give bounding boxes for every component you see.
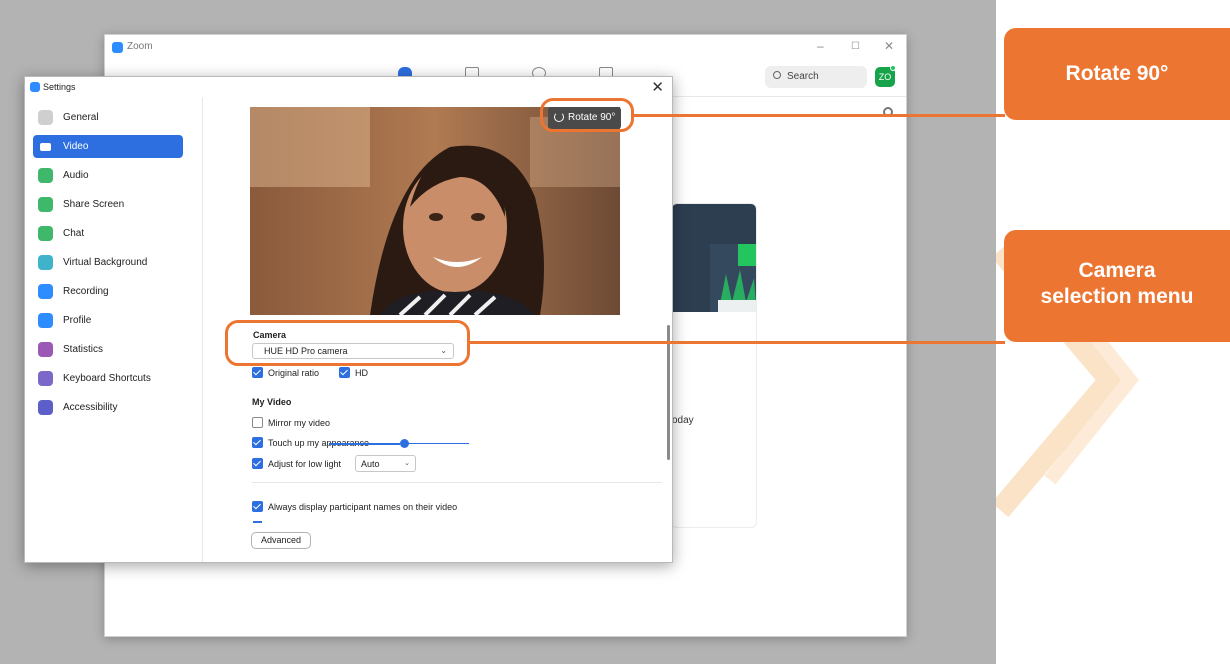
sidebar-item-share-screen[interactable]: Share Screen <box>33 193 183 216</box>
mirror-video-checkbox[interactable] <box>252 417 263 428</box>
sidebar-item-recording[interactable]: Recording <box>33 280 183 303</box>
record-icon <box>38 284 53 299</box>
display-names-checkbox[interactable] <box>252 501 263 512</box>
keyboard-icon <box>38 371 53 386</box>
person-background-icon <box>38 255 53 270</box>
scrollbar[interactable] <box>667 325 670 460</box>
chat-bubble-icon <box>38 226 53 241</box>
accessibility-icon <box>38 400 53 415</box>
camera-callout-line1: Camera <box>1078 259 1156 282</box>
sidebar-item-video[interactable]: Video <box>33 135 183 158</box>
hd-checkbox[interactable] <box>339 367 350 378</box>
search-placeholder: Search <box>787 71 819 82</box>
gear-icon <box>38 110 53 125</box>
sidebar-item-label: General <box>63 112 99 123</box>
sidebar-item-label: Accessibility <box>63 402 118 413</box>
rotate-callout-label: Rotate 90° <box>1004 28 1230 120</box>
sidebar-item-virtual-background[interactable]: Virtual Background <box>33 251 183 274</box>
touch-up-slider-track[interactable] <box>329 443 400 445</box>
camera-callout-line <box>469 341 1005 344</box>
bar-chart-icon <box>38 342 53 357</box>
sidebar-item-statistics[interactable]: Statistics <box>33 338 183 361</box>
advanced-button[interactable]: Advanced <box>251 532 311 549</box>
video-camera-icon <box>40 143 51 151</box>
my-video-heading: My Video <box>252 397 292 407</box>
original-ratio-label: Original ratio <box>268 368 320 378</box>
section-divider <box>252 482 662 483</box>
touch-up-slider-rest <box>407 443 469 444</box>
sidebar-item-label: Recording <box>63 286 109 297</box>
headphones-icon <box>38 168 53 183</box>
mirror-video-label: Mirror my video <box>268 418 331 428</box>
share-screen-icon <box>38 197 53 212</box>
focus-indicator <box>253 521 262 523</box>
camera-callout-line2: selection menu <box>1040 285 1194 308</box>
rotate-callout-ring <box>540 98 634 132</box>
sidebar-item-profile[interactable]: Profile <box>33 309 183 332</box>
search-icon <box>773 71 781 79</box>
plant-illustration-icon <box>710 244 756 312</box>
low-light-select[interactable]: Auto ⌄ <box>355 455 416 472</box>
sidebar-item-label: Profile <box>63 315 92 326</box>
video-preview <box>250 107 620 315</box>
zoom-logo-icon <box>30 82 40 92</box>
low-light-select-value: Auto <box>361 459 380 469</box>
online-status-icon <box>890 65 896 71</box>
sidebar-item-keyboard-shortcuts[interactable]: Keyboard Shortcuts <box>33 367 183 390</box>
sidebar-item-chat[interactable]: Chat <box>33 222 183 245</box>
original-ratio-checkbox[interactable] <box>252 367 263 378</box>
hd-label: HD <box>355 368 368 378</box>
camera-callout-ring <box>225 320 470 366</box>
sidebar-item-label: Video <box>63 141 89 152</box>
sidebar-item-label: Audio <box>63 170 89 181</box>
screenshot-stage: Zoom – ☐ ✕ Search ZO oday Settings ✕ Gen… <box>0 0 1230 664</box>
promo-image <box>672 204 756 312</box>
promo-card: oday <box>671 203 757 528</box>
low-light-label: Adjust for low light <box>268 459 342 469</box>
maximize-button[interactable]: ☐ <box>851 41 860 52</box>
sidebar-item-label: Keyboard Shortcuts <box>63 373 151 384</box>
zoom-window-title: Zoom <box>127 41 153 52</box>
settings-close-button[interactable]: ✕ <box>651 78 664 96</box>
zoom-titlebar: Zoom – ☐ ✕ <box>105 35 906 61</box>
touch-up-checkbox[interactable] <box>252 437 263 448</box>
camera-callout-box: Camera selection menu <box>1004 230 1230 342</box>
sidebar-item-accessibility[interactable]: Accessibility <box>33 396 183 419</box>
display-names-label: Always display participant names on thei… <box>268 502 458 512</box>
sidebar-item-label: Statistics <box>63 344 104 355</box>
zoom-logo-icon <box>112 42 123 53</box>
low-light-checkbox[interactable] <box>252 458 263 469</box>
touch-up-slider-thumb[interactable] <box>400 439 409 448</box>
chevron-down-icon: ⌄ <box>404 460 410 467</box>
settings-sidebar: General Video Audio Share Screen Chat Vi… <box>25 97 203 562</box>
sidebar-item-label: Chat <box>63 228 85 239</box>
search-input[interactable]: Search <box>765 66 867 88</box>
sidebar-item-audio[interactable]: Audio <box>33 164 183 187</box>
minimize-button[interactable]: – <box>817 39 824 53</box>
settings-titlebar: Settings ✕ <box>25 77 672 97</box>
rotate-callout-line <box>633 114 1005 117</box>
profile-icon <box>38 313 53 328</box>
close-button[interactable]: ✕ <box>884 39 894 53</box>
sidebar-item-label: Share Screen <box>63 199 125 210</box>
sidebar-item-general[interactable]: General <box>33 106 183 129</box>
promo-text: oday <box>672 415 694 426</box>
sidebar-item-label: Virtual Background <box>63 257 148 268</box>
settings-title: Settings <box>43 82 76 92</box>
